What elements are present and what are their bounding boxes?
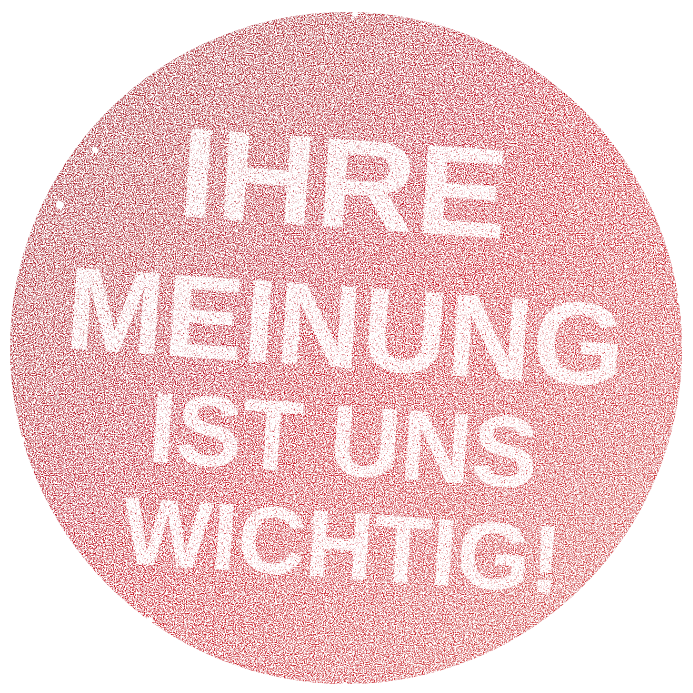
stamp-line-1: IHRE	[174, 101, 513, 267]
stamp-svg: IHRE MEINUNG IST UNS WICHTIG!	[10, 11, 683, 688]
stamp-graphic: IHRE MEINUNG IST UNS WICHTIG!	[0, 0, 693, 693]
